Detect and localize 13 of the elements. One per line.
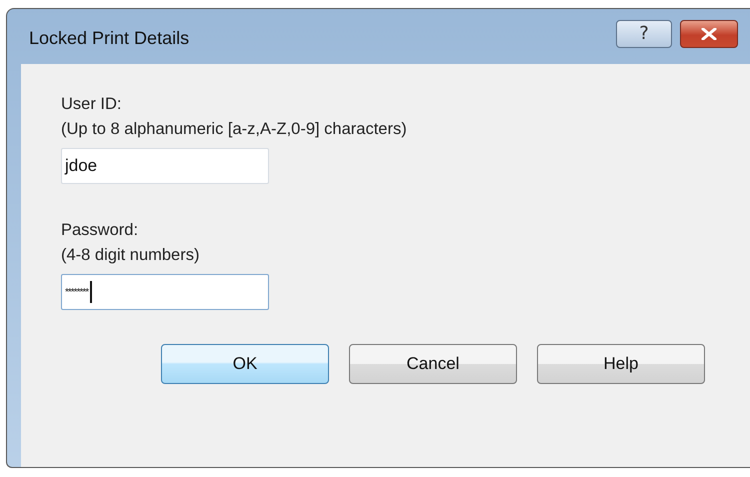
field-label: Password: (61, 220, 140, 241)
input-field[interactable]: ******** (61, 274, 269, 310)
help-button[interactable]: ? (616, 20, 672, 48)
dialog-button[interactable]: Cancel (349, 344, 517, 384)
field-hint: (4-8 digit numbers) (61, 245, 200, 266)
close-icon (701, 28, 717, 40)
input-field[interactable]: jdoe (61, 148, 269, 184)
dialog-button[interactable]: Help (537, 344, 705, 384)
window-title: Locked Print Details (29, 28, 190, 49)
close-button[interactable] (680, 20, 738, 48)
field-hint: (Up to 8 alphanumeric [a-z,A-Z,0-9] characters) (61, 119, 408, 140)
field-label: User ID: (61, 94, 123, 115)
dialog-button[interactable]: OK (161, 344, 329, 384)
